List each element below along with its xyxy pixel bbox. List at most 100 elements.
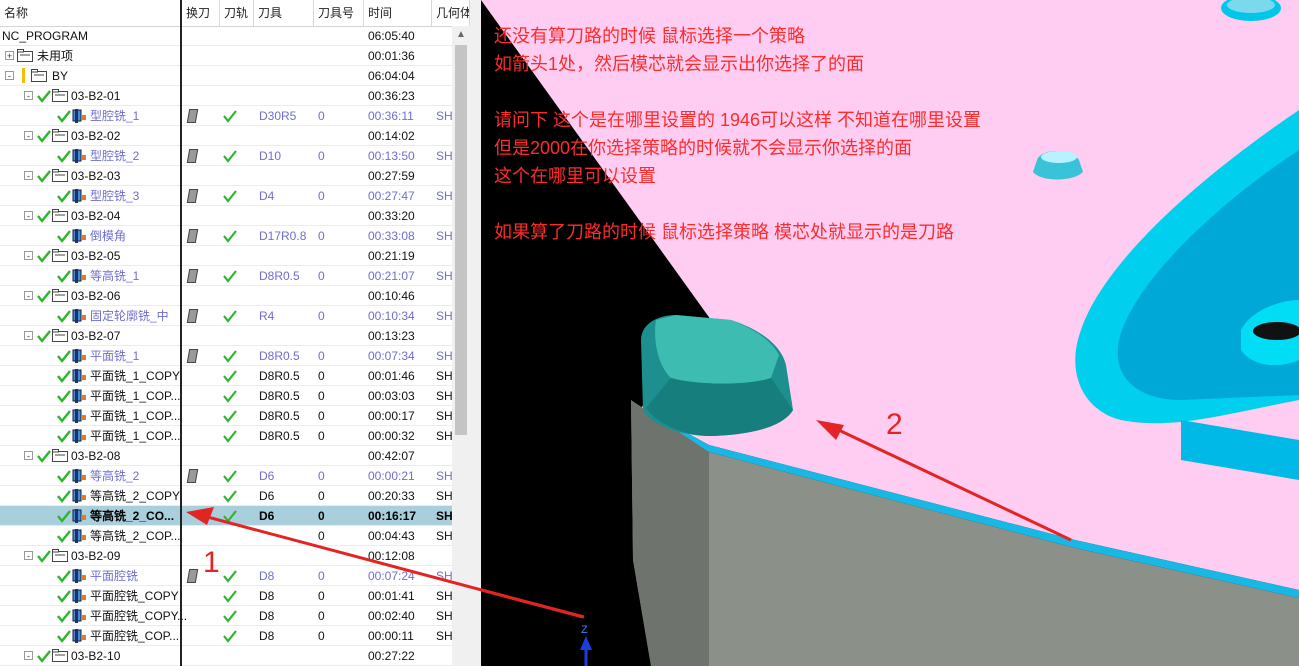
time-cell: 00:13:23 <box>368 329 415 343</box>
expand-toggle[interactable]: - <box>24 331 33 341</box>
tool-number-cell: 0 <box>318 629 325 643</box>
time-cell: 00:01:46 <box>368 369 415 383</box>
group-row[interactable]: - 03-B2-04 00:33:20 <box>0 206 452 226</box>
time-cell: 00:21:19 <box>368 249 415 263</box>
time-cell: 00:36:11 <box>368 109 414 123</box>
tool-cell: D8R0.5 <box>259 409 300 423</box>
tree-item-label: 平面铣_1_COP... <box>90 389 181 403</box>
tree-item-label: 平面铣_1_COP... <box>90 409 181 423</box>
expand-toggle[interactable]: - <box>24 291 33 301</box>
note-line-2: 如箭头1处，然后模芯就会显示出你选择了的面 <box>494 54 865 74</box>
geometry-cell: SH <box>436 349 452 363</box>
expand-toggle[interactable]: - <box>24 211 33 221</box>
operation-row[interactable]: 等高铣_2_COP... 0 SH 00:04:43 <box>0 526 452 546</box>
check-icon <box>37 130 51 143</box>
tool-number-cell: 0 <box>318 109 325 123</box>
group-row[interactable]: - 03-B2-02 00:14:02 <box>0 126 452 146</box>
column-header-4[interactable]: 刀具号 <box>314 0 364 26</box>
operation-row[interactable]: 型腔铣_1 D30R5 0 SH 00:36:11 <box>0 106 452 126</box>
check-icon <box>37 290 51 303</box>
toolpath-check-icon <box>223 590 237 603</box>
expand-toggle[interactable]: - <box>24 451 33 461</box>
folder-icon <box>52 89 68 102</box>
operation-row[interactable]: 倒模角 D17R0.8 0 SH 00:33:08 <box>0 226 452 246</box>
group-row[interactable]: - 03-B2-09 00:12:08 <box>0 546 452 566</box>
toolpath-check-icon <box>223 230 237 243</box>
time-cell: 00:00:21 <box>368 469 415 483</box>
tool-cell: R4 <box>259 309 275 323</box>
cavity-mill-icon <box>72 149 86 163</box>
operation-row[interactable]: 平面铣_1_COP... D8R0.5 0 SH 00:00:32 <box>0 426 452 446</box>
group-row[interactable]: - 03-B2-10 00:27:22 <box>0 646 452 666</box>
column-header-2[interactable]: 刀轨 <box>220 0 254 26</box>
operation-row[interactable]: 型腔铣_2 D10 0 SH 00:13:50 <box>0 146 452 166</box>
column-header-5[interactable]: 时间 <box>364 0 432 26</box>
scroll-up-icon[interactable]: ▲ <box>456 29 466 40</box>
expand-toggle[interactable]: - <box>5 71 14 81</box>
tree-item-label: 03-B2-05 <box>71 249 121 263</box>
scrollbar-thumb[interactable] <box>455 45 467 435</box>
face-mill-icon <box>72 369 86 383</box>
column-header-3[interactable]: 刀具 <box>254 0 314 26</box>
operation-row[interactable]: 等高铣_2_COPY D6 0 SH 00:20:33 <box>0 486 452 506</box>
tree-item-label: 型腔铣_1 <box>90 109 140 123</box>
operation-row[interactable]: 型腔铣_3 D4 0 SH 00:27:47 <box>0 186 452 206</box>
folder-row[interactable]: - BY 06:04:04 <box>0 66 452 86</box>
operation-row[interactable]: 平面腔铣_COPY D8 0 SH 00:01:41 <box>0 586 452 606</box>
column-header-0[interactable]: 名称 <box>0 0 182 26</box>
note-line-6: 如果算了刀路的时候 鼠标选择策略 模芯处就显示的是刀路 <box>494 222 954 242</box>
geometry-cell: SH <box>436 109 452 123</box>
group-row[interactable]: - 03-B2-01 00:36:23 <box>0 86 452 106</box>
tool-number-cell: 0 <box>318 309 325 323</box>
column-header-6[interactable]: 几何体 <box>432 0 470 26</box>
check-icon <box>57 570 71 583</box>
group-row[interactable]: - 03-B2-03 00:27:59 <box>0 166 452 186</box>
geometry-cell: SH <box>436 469 452 483</box>
check-icon <box>57 630 71 643</box>
expand-toggle[interactable]: - <box>24 551 33 561</box>
operation-row[interactable]: 等高铣_1 D8R0.5 0 SH 00:21:07 <box>0 266 452 286</box>
graphics-viewport[interactable]: Z 2 <box>481 0 1299 666</box>
time-cell: 00:04:43 <box>368 529 415 543</box>
operation-tree: NC_PROGRAM 06:05:40 + 未用项 00:01:36 - BY 06:04:0… <box>0 26 452 666</box>
arrow-1-label: 1 <box>203 546 220 579</box>
operation-row[interactable]: 平面腔铣_COP... D8 0 SH 00:00:11 <box>0 626 452 646</box>
geometry-cell: SH <box>436 569 452 583</box>
tool-number-cell: 0 <box>318 569 325 583</box>
folder-row[interactable]: + 未用项 00:01:36 <box>0 46 452 66</box>
folder-icon <box>52 209 68 222</box>
toolpath-check-icon <box>223 410 237 423</box>
tree-item-label: 03-B2-04 <box>71 209 121 223</box>
column-header-1[interactable]: 换刀 <box>182 0 220 26</box>
tree-item-label: 平面腔铣 <box>90 569 139 583</box>
time-cell: 00:33:08 <box>368 229 415 243</box>
expand-toggle[interactable]: - <box>24 171 33 181</box>
geometry-cell: SH <box>436 309 452 323</box>
operation-row[interactable]: 平面腔铣 D8 0 SH 00:07:24 <box>0 566 452 586</box>
panel-splitter[interactable] <box>470 0 481 666</box>
operation-row[interactable]: 固定轮廓铣_中 R4 0 SH 00:10:34 <box>0 306 452 326</box>
expand-toggle[interactable]: - <box>24 131 33 141</box>
time-cell: 06:05:40 <box>368 29 415 43</box>
tool-cell: D4 <box>259 189 275 203</box>
operation-row[interactable]: 等高铣_2 D6 0 SH 00:00:21 <box>0 466 452 486</box>
group-row[interactable]: - 03-B2-06 00:10:46 <box>0 286 452 306</box>
operation-row[interactable]: 平面腔铣_COPY... D8 0 SH 00:02:40 <box>0 606 452 626</box>
folder-icon <box>52 249 68 262</box>
expand-toggle[interactable]: - <box>24 251 33 261</box>
folder-row[interactable]: NC_PROGRAM 06:05:40 <box>0 26 452 46</box>
tool-change-icon <box>186 149 199 163</box>
operation-row[interactable]: 等高铣_2_CO... D6 0 SH 00:16:17 <box>0 506 452 526</box>
time-cell: 00:42:07 <box>368 449 415 463</box>
group-row[interactable]: - 03-B2-08 00:42:07 <box>0 446 452 466</box>
expand-toggle[interactable]: - <box>24 651 33 661</box>
group-row[interactable]: - 03-B2-05 00:21:19 <box>0 246 452 266</box>
operation-row[interactable]: 平面铣_1_COPY D8R0.5 0 SH 00:01:46 <box>0 366 452 386</box>
operation-row[interactable]: 平面铣_1_COP... D8R0.5 0 SH 00:00:17 <box>0 406 452 426</box>
operation-row[interactable]: 平面铣_1_COP... D8R0.5 0 SH 00:03:03 <box>0 386 452 406</box>
operation-row[interactable]: 平面铣_1 D8R0.5 0 SH 00:07:34 <box>0 346 452 366</box>
expand-toggle[interactable]: + <box>5 51 14 61</box>
group-row[interactable]: - 03-B2-07 00:13:23 <box>0 326 452 346</box>
note-line-5: 这个在哪里可以设置 <box>494 166 656 186</box>
expand-toggle[interactable]: - <box>24 91 33 101</box>
